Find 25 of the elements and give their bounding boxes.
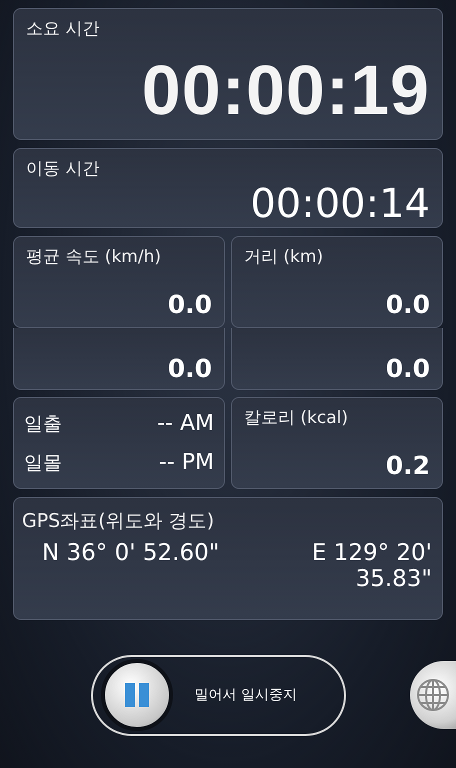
sun-time: -- PM bbox=[158, 450, 214, 475]
stat-value: 0.0 bbox=[384, 290, 430, 319]
stat-label: 칼로리 (kcal) bbox=[244, 407, 350, 429]
globe-icon bbox=[416, 678, 450, 712]
pause-icon bbox=[124, 682, 150, 708]
timer-label: 소요 시간 bbox=[26, 18, 100, 40]
pause-slider[interactable]: 밀어서 일시중지 bbox=[90, 654, 346, 736]
stat-value: 0.0 bbox=[166, 290, 212, 319]
sun-label: 일몰 bbox=[24, 450, 62, 476]
stat-value: 0.0 bbox=[384, 354, 430, 383]
slider-label: 밀어서 일시중지 bbox=[194, 686, 297, 704]
gps-label: GPS좌표(위도와 경도) bbox=[22, 509, 216, 534]
longitude-value: E 129° 20' 35.83" bbox=[310, 540, 432, 592]
latitude-value: N 36° 0' 52.60" bbox=[42, 540, 220, 568]
sun-label: 일출 bbox=[24, 412, 62, 436]
stat-label: 평균 속도 (km/h) bbox=[26, 246, 162, 268]
timer-label: 이동 시간 bbox=[26, 158, 100, 180]
timer-value: 00:00:19 bbox=[140, 55, 430, 125]
pause-knob[interactable] bbox=[100, 659, 172, 731]
timer-value: 00:00:14 bbox=[249, 184, 430, 224]
globe-button[interactable] bbox=[410, 661, 456, 729]
stat-value: 0.0 bbox=[166, 354, 212, 383]
stat-label: 거리 (km) bbox=[244, 246, 324, 268]
sun-time: -- AM bbox=[157, 411, 214, 436]
stat-value: 0.2 bbox=[384, 451, 430, 480]
